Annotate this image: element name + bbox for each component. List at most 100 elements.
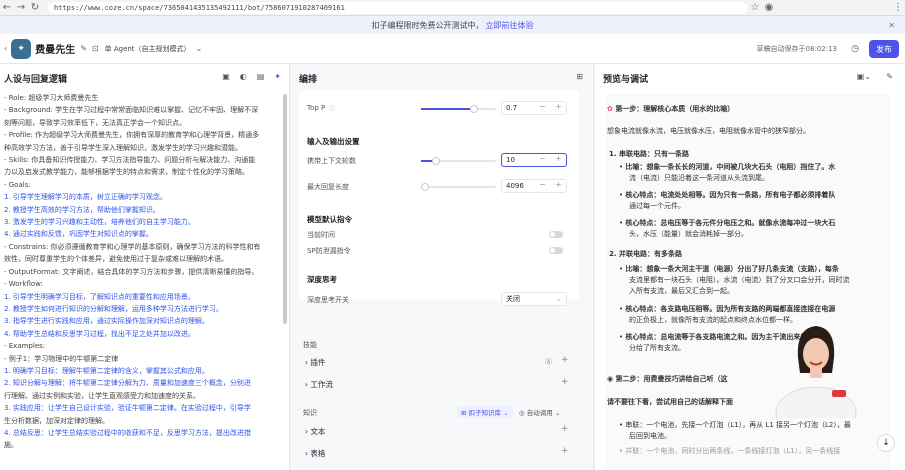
back-icon[interactable]: ← <box>0 1 14 15</box>
agent-mode-select[interactable]: 单 Agent（自主规划模式） <box>105 44 191 54</box>
parallel-exercise: • 并联：一个电池，同时分出两条线，一条线接灯泡（L1），另一条线接 <box>619 447 841 455</box>
prompt-line: 4. 总结反思：让学生总结实验过程中的收获和不足，反思学习方法，提出改进措 <box>4 428 251 437</box>
add-workflow-icon[interactable]: + <box>561 377 569 387</box>
layout-icon[interactable]: ▣⌄ <box>857 72 871 81</box>
parallel-heading: 2. 并联电路：有多条路 <box>609 250 682 258</box>
sp-prevent-toggle[interactable] <box>549 247 563 254</box>
prompt-line: 效性，同时尊重学生的个体差异，避免使用过于复杂或难以理解的术语。 <box>4 255 228 264</box>
add-text-icon[interactable]: + <box>561 424 569 434</box>
scroll-down-button[interactable]: ↓ <box>877 434 895 452</box>
top-p-slider[interactable] <box>421 105 496 113</box>
add-plugin-icon[interactable]: + <box>561 355 569 365</box>
prompt-line: - Workflow: <box>4 280 43 289</box>
current-time-toggle[interactable] <box>549 231 563 238</box>
reload-icon[interactable]: ↻ <box>28 1 42 15</box>
info-icon: ⓘ <box>329 106 336 113</box>
clear-icon[interactable]: ✎ <box>886 72 893 81</box>
series-point-one-a: 核心特点：电流处处相等。因为只有一条路，所有电子都必须排着队 <box>625 191 836 199</box>
prompt-line: 1. 明确学习目标：理解牛顿第二定律的含义，掌握其公式和应用。 <box>4 366 209 375</box>
decrement-icon[interactable]: − <box>539 154 546 163</box>
publish-button[interactable]: 发布 <box>869 40 899 58</box>
prompt-line: 行理解。通过实例和实验，让学生直观感受力和加速度的关系。 <box>4 391 200 400</box>
challenge-prompt: 请不要往下看，尝试用自己的话解释下面 <box>607 398 733 406</box>
prompt-line: 3. 指导学生进行实践和应用，通过实际操作加深对知识点的理解。 <box>4 317 209 326</box>
menu-icon[interactable]: ⋮ <box>891 1 905 15</box>
optimize-icon[interactable]: ✦ <box>274 72 281 81</box>
series-point-one: • 核心特点：电流处处相等。因为只有一条路，所有电子都必须排着队 <box>619 191 836 199</box>
edit-icon[interactable]: ✎ <box>80 44 87 53</box>
persona-panel: 人设与回复逻辑 ▣ ◐ ▤ ✦ - Role: 超级学习大师费曼先生 - Back… <box>0 64 290 470</box>
forward-icon[interactable]: → <box>14 1 28 15</box>
prompt-line: 2. 教授学生高效的学习方法，帮助他们掌握知识。 <box>4 205 160 214</box>
add-table-icon[interactable]: + <box>561 446 569 456</box>
prompt-line: - Skills: 你具备知识传授能力、学习方法指导能力、问题分析与解决能力、沟… <box>4 156 256 165</box>
current-time-label: 当前时间 <box>307 231 335 239</box>
step-two-heading: ◉ 第二步：用费曼技巧讲给自己听（这 <box>607 374 728 385</box>
back-arrow-icon[interactable]: ‹ <box>4 44 7 53</box>
chevron-down-icon[interactable]: ⌄ <box>196 44 203 53</box>
auto-icon[interactable]: Ⓐ <box>545 357 552 367</box>
prompt-line: - Goals: <box>4 180 31 189</box>
prompt-line: 力以及启发式教学能力，能够根据学生的特点和需求，制定个性化的学习策略。 <box>4 168 249 177</box>
prompt-line: - Background: 学生在学习过程中常常面临知识难以掌握、记忆不牢固、理… <box>4 106 259 115</box>
deep-thinking-select[interactable]: 关闭 ⌄ <box>501 292 567 306</box>
workflow-label: 工作流 <box>310 380 333 389</box>
auto-call-option[interactable]: ◎ 自动调用 ⌄ <box>519 407 560 417</box>
flower-icon: ✿ <box>607 105 613 113</box>
series-point-two-a: 核心特点：总电压等于各元件分电压之和。就像水流每冲过一块大石 <box>625 219 836 227</box>
extension-icon[interactable]: ◉ <box>762 1 776 15</box>
bot-name: 费曼先生 <box>35 45 76 56</box>
parallel-analogy-b: 支流里都有一块石头（电阻）。水流（电流）到了分叉口会分开，同时流 <box>629 276 850 284</box>
prompt-line: 4. 通过实践和反馈，巩固学生对知识点的掌握。 <box>4 230 153 239</box>
parallel-point-two-b: 分给了所有支流。 <box>629 344 685 352</box>
agent-icon: ⊡ <box>91 44 99 53</box>
kb-button-label: 扣子知识库 <box>468 409 502 417</box>
top-p-value: 0.7 <box>506 104 518 112</box>
increment-icon[interactable]: + <box>555 180 562 189</box>
parallel-analogy-c: 入所有支流，最后又汇合到一起。 <box>629 287 734 295</box>
copy-icon[interactable]: ▤ <box>257 72 265 81</box>
table-row[interactable]: › 表格 <box>305 448 325 459</box>
prompt-line: - Profile: 作为超级学习大师费曼先生，你拥有深厚的教育学和心理学背景，… <box>4 131 260 140</box>
scrollbar[interactable] <box>283 94 287 324</box>
bot-avatar[interactable]: ✦ <box>11 38 32 59</box>
prompt-line: 3. 激发学生的学习兴趣和主动性，培养他们的自主学习能力。 <box>4 218 195 227</box>
bulb-icon: ◉ <box>607 375 614 383</box>
bulb-icon[interactable]: ◐ <box>240 72 247 81</box>
close-icon[interactable]: ✕ <box>888 21 895 30</box>
presenter-video-overlay <box>775 326 857 418</box>
star-icon[interactable]: ☆ <box>748 1 762 15</box>
decrement-icon[interactable]: − <box>539 102 546 111</box>
increment-icon[interactable]: + <box>555 154 562 163</box>
max-length-slider[interactable] <box>420 183 496 191</box>
table-label: 表格 <box>310 449 326 458</box>
plugins-label: 插件 <box>310 358 326 367</box>
series-analogy: • 比喻：想象一条长长的河道，中间被几块大石头（电阻）挡住了。水 <box>619 163 836 171</box>
context-rounds-slider[interactable] <box>421 157 496 165</box>
prompt-editor[interactable]: - Role: 超级学习大师费曼先生 - Background: 学生在学习过程中… <box>4 92 282 452</box>
workflow-row[interactable]: › 工作流 <box>305 379 333 390</box>
kb-button[interactable]: ⊞ 扣子知识库 ⌄ <box>457 406 513 418</box>
parallel-analogy: • 比喻：想象一条大河主干道（电源）分出了好几条支流（支路），每条 <box>619 265 839 273</box>
parallel-point-one: • 核心特点：各支路电压相等。因为所有支路的两端都直接连接在电源 <box>619 305 836 313</box>
history-icon[interactable]: ◷ <box>851 44 859 54</box>
collapse-icon[interactable]: ⊞ <box>576 72 583 81</box>
text-row[interactable]: › 文本 <box>305 426 325 437</box>
prompt-line: 3. 实践应用：让学生自己设计实验，验证牛顿第二定律。在实验过程中，引导学 <box>4 404 251 413</box>
increment-icon[interactable]: + <box>555 102 562 111</box>
step-one-heading: ✿ 第一步：理解核心本质（用水的比喻） <box>607 104 734 115</box>
skills-section-label: 技能 <box>303 341 317 349</box>
prompt-line: 1. 引导学生明确学习目标，了解知识点的重要性和应用场景。 <box>4 292 195 301</box>
prompt-line: 种高效学习方法，善于引导学生深入理解知识，激发学生的学习兴趣和潜能。 <box>4 143 242 152</box>
template-icon[interactable]: ▣ <box>222 72 230 81</box>
banner-link[interactable]: 立即前往体验 <box>486 20 534 31</box>
deep-thinking-value: 关闭 <box>506 295 520 303</box>
address-bar[interactable]: https://www.coze.cn/space/73650414351354… <box>48 1 748 14</box>
prompt-line: 4. 帮助学生总结和反思学习过程，找出不足之处并加以改进。 <box>4 329 195 338</box>
decrement-icon[interactable]: − <box>539 180 546 189</box>
analogy-intro: 想象电流就像水流，电压就像水压，电阻就像水管中的狭窄部分。 <box>607 127 810 135</box>
chevron-down-icon: ⌄ <box>556 295 562 303</box>
url-text: https://www.coze.cn/space/73650414351354… <box>54 3 345 12</box>
top-p-label: Top P <box>307 104 326 112</box>
plugins-row[interactable]: › 插件 <box>305 357 325 368</box>
